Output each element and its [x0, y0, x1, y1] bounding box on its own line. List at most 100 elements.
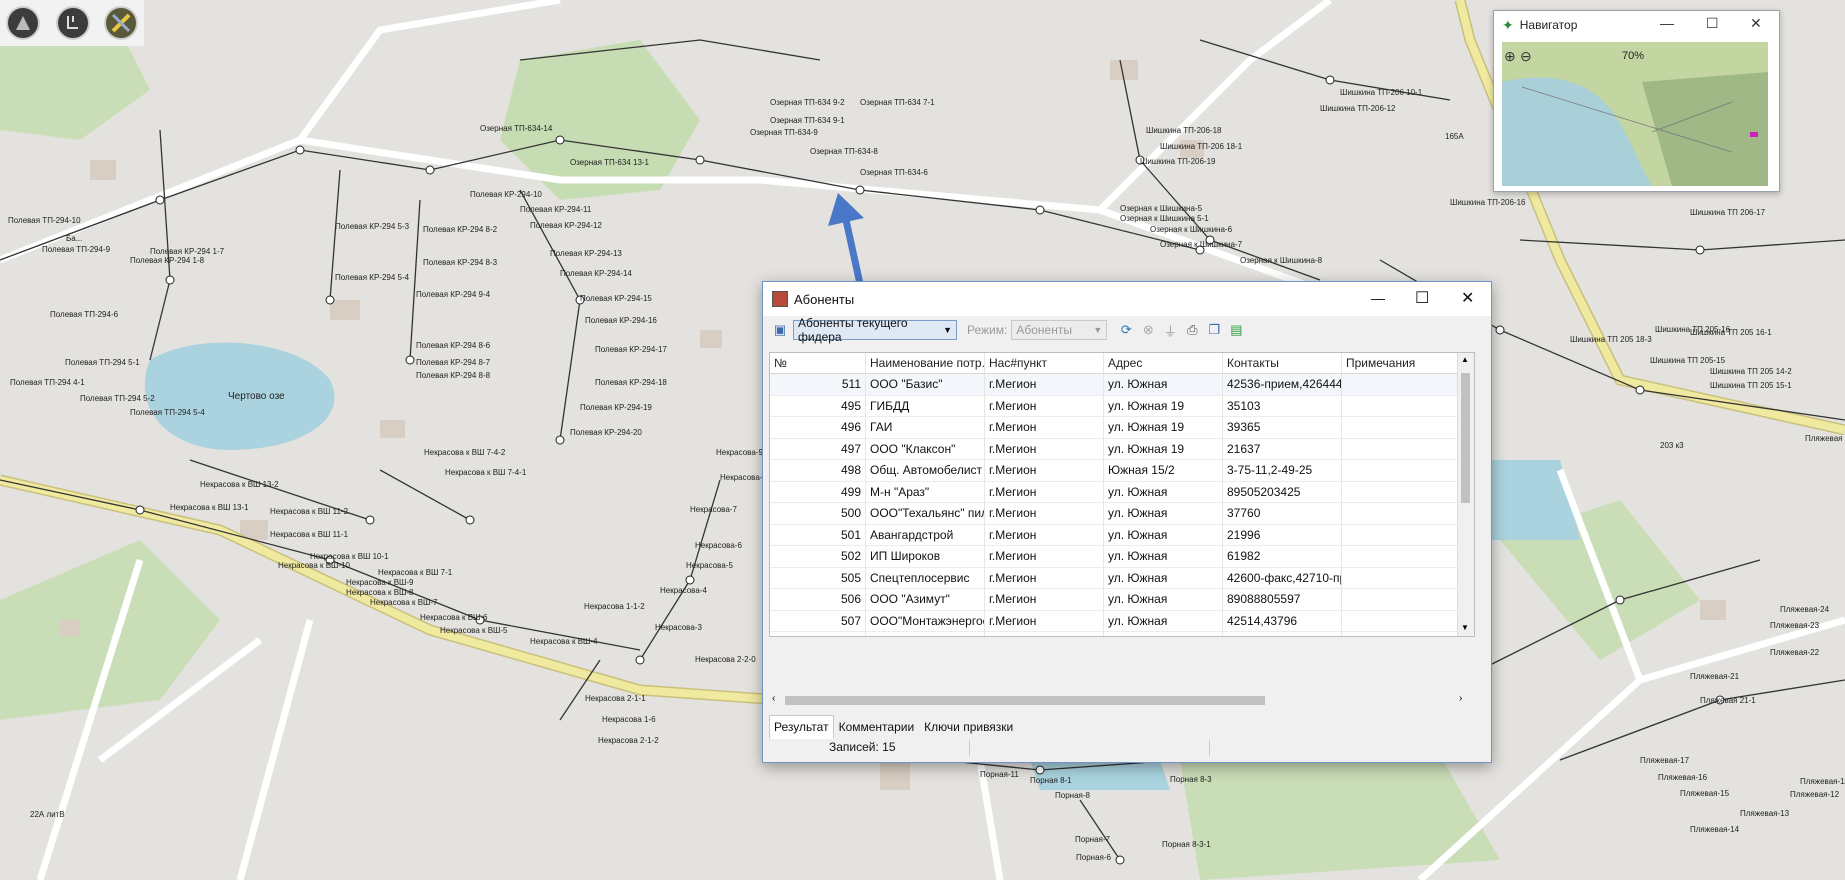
- table-cell[interactable]: г.Мегион: [985, 632, 1104, 636]
- subscribers-dialog[interactable]: Абоненты — ☐ ✕ ▣ Абоненты текущего фидер…: [762, 281, 1492, 763]
- table-cell[interactable]: [1342, 524, 1460, 545]
- table-cell[interactable]: 497: [770, 438, 866, 459]
- column-header[interactable]: Адрес: [1104, 353, 1223, 373]
- table-row[interactable]: 508ТВКг.Мегионул. Южная47343 ф,47107-отд…: [770, 632, 1474, 636]
- table-cell[interactable]: ул. Южная 19: [1104, 395, 1223, 416]
- vertical-scrollbar[interactable]: ▲ ▼: [1457, 353, 1474, 636]
- table-cell[interactable]: ул. Южная: [1104, 481, 1223, 502]
- dialog-titlebar[interactable]: Абоненты — ☐ ✕: [763, 282, 1491, 316]
- export-icon[interactable]: ▤: [1227, 321, 1245, 339]
- scroll-left-icon[interactable]: ‹: [772, 693, 775, 704]
- table-cell[interactable]: г.Мегион: [985, 374, 1104, 395]
- table-row[interactable]: 495 ГИБДД г.Мегион ул. Южная 19 35103: [770, 395, 1474, 417]
- navigator-close-button[interactable]: ✕: [1750, 15, 1762, 32]
- network-tool-icon[interactable]: [56, 6, 90, 40]
- table-cell[interactable]: [1342, 374, 1460, 395]
- table-row[interactable]: 500ООО"Техальянс" пилорг.Мегионул. Южная…: [770, 503, 1474, 525]
- column-header[interactable]: Нас#пункт: [985, 353, 1104, 373]
- column-header[interactable]: Контакты: [1223, 353, 1342, 373]
- zoom-out-icon[interactable]: ⊖: [1520, 48, 1532, 65]
- table-cell[interactable]: 42600-факс,42710-при: [1223, 567, 1342, 588]
- table-cell[interactable]: М-н "Араз": [866, 481, 985, 502]
- table-cell[interactable]: [1342, 589, 1460, 610]
- table-cell[interactable]: 501: [770, 524, 866, 545]
- table-cell[interactable]: г.Мегион: [985, 395, 1104, 416]
- table-cell[interactable]: 89088805597: [1223, 589, 1342, 610]
- table-cell[interactable]: г.Мегион: [985, 589, 1104, 610]
- table-row[interactable]: 501 Авангардстрой г.Мегион ул. Южная 21996: [770, 524, 1474, 546]
- table-cell[interactable]: ул. Южная: [1104, 610, 1223, 631]
- zoom-in-icon[interactable]: ⊕: [1504, 48, 1516, 65]
- table-cell[interactable]: ООО "Базис": [866, 374, 985, 395]
- table-cell[interactable]: г.Мегион: [985, 438, 1104, 459]
- table-cell[interactable]: ИП Широков: [866, 546, 985, 567]
- table-cell[interactable]: 511: [770, 374, 866, 395]
- table-cell[interactable]: ул. Южная: [1104, 524, 1223, 545]
- table-cell[interactable]: [1342, 481, 1460, 502]
- navigator-window[interactable]: ✦ Навигатор — ☐ ✕ 70% ⊕ ⊖: [1493, 10, 1780, 192]
- print-icon[interactable]: ⎙: [1183, 321, 1201, 339]
- dialog-close-button[interactable]: ✕: [1461, 288, 1474, 308]
- table-row[interactable]: 502 ИП Широков г.Мегион ул. Южная 61982: [770, 546, 1474, 568]
- table-cell[interactable]: ул. Южная: [1104, 632, 1223, 636]
- table-cell[interactable]: г.Мегион: [985, 417, 1104, 438]
- table-cell[interactable]: 21637: [1223, 438, 1342, 459]
- subscribers-table[interactable]: № Наименование потр... Нас#пункт Адрес К…: [769, 352, 1475, 637]
- table-cell[interactable]: ул. Южная 19: [1104, 438, 1223, 459]
- table-cell[interactable]: Общ. Автомобелист: [866, 460, 985, 481]
- table-cell[interactable]: ООО "Клаксон": [866, 438, 985, 459]
- layers-tool-icon[interactable]: [6, 6, 40, 40]
- refresh-icon[interactable]: ⟳: [1117, 321, 1135, 339]
- mode-combo[interactable]: Абоненты ▼: [1011, 320, 1108, 340]
- table-cell[interactable]: ООО"Техальянс" пилор: [866, 503, 985, 524]
- measure-tool-icon[interactable]: [104, 6, 138, 40]
- column-header[interactable]: Примечания: [1342, 353, 1460, 373]
- copy-icon[interactable]: ❐: [1205, 321, 1223, 339]
- table-row[interactable]: 506 ООО "Азимут" г.Мегион ул. Южная 89088805…: [770, 589, 1474, 611]
- table-cell[interactable]: 500: [770, 503, 866, 524]
- navigator-minimap[interactable]: 70% ⊕ ⊖: [1502, 42, 1768, 186]
- table-row[interactable]: 499 М-н "Араз" г.Мегион ул. Южная 8950520342…: [770, 481, 1474, 503]
- table-cell[interactable]: ГАИ: [866, 417, 985, 438]
- table-cell[interactable]: 39365: [1223, 417, 1342, 438]
- table-row[interactable]: 511 ООО "Базис" г.Мегион ул. Южная 42536-при…: [770, 374, 1474, 396]
- table-cell[interactable]: ул. Южная: [1104, 567, 1223, 588]
- table-cell[interactable]: 89505203425: [1223, 481, 1342, 502]
- table-cell[interactable]: Авангардстрой: [866, 524, 985, 545]
- column-header[interactable]: №: [770, 353, 866, 373]
- table-cell[interactable]: 505: [770, 567, 866, 588]
- table-cell[interactable]: ООО "Азимут": [866, 589, 985, 610]
- navigator-maximize-button[interactable]: ☐: [1706, 15, 1719, 32]
- navigator-titlebar[interactable]: ✦ Навигатор: [1494, 11, 1779, 39]
- horizontal-scroll-thumb[interactable]: [785, 696, 1265, 705]
- table-cell[interactable]: 3-75-11,2-49-25: [1223, 460, 1342, 481]
- table-row[interactable]: 498 Общ. Автомобелист г.Мегион Южная 15/2 3-…: [770, 460, 1474, 482]
- table-row[interactable]: 496 ГАИ г.Мегион ул. Южная 19 39365: [770, 417, 1474, 439]
- scroll-down-icon[interactable]: ▼: [1461, 623, 1469, 632]
- table-cell[interactable]: 499: [770, 481, 866, 502]
- navigator-minimize-button[interactable]: —: [1660, 15, 1674, 31]
- table-cell[interactable]: 61982: [1223, 546, 1342, 567]
- table-cell[interactable]: ул. Южная: [1104, 589, 1223, 610]
- table-cell[interactable]: [1342, 567, 1460, 588]
- table-cell[interactable]: ТВК: [866, 632, 985, 636]
- table-cell[interactable]: г.Мегион: [985, 481, 1104, 502]
- table-row[interactable]: 507 ООО"Монтажэнергосе г.Мегион ул. Южная 42…: [770, 610, 1474, 632]
- table-row[interactable]: 497 ООО "Клаксон" г.Мегион ул. Южная 19 2163…: [770, 438, 1474, 460]
- table-cell[interactable]: Спецтеплосервис: [866, 567, 985, 588]
- tab-binding-keys[interactable]: Ключи привязки: [919, 715, 1018, 739]
- table-cell[interactable]: г.Мегион: [985, 610, 1104, 631]
- table-row[interactable]: 505 Спецтеплосервис г.Мегион ул. Южная 42600…: [770, 567, 1474, 589]
- horizontal-scrollbar[interactable]: ‹ ›: [769, 692, 1473, 708]
- table-cell[interactable]: ГИБДД: [866, 395, 985, 416]
- table-cell[interactable]: 506: [770, 589, 866, 610]
- column-header[interactable]: Наименование потр...: [866, 353, 985, 373]
- tab-result[interactable]: Результат: [769, 715, 834, 739]
- table-cell[interactable]: [1342, 460, 1460, 481]
- table-cell[interactable]: 42536-прием,426444,4:: [1223, 374, 1342, 395]
- table-cell[interactable]: 507: [770, 610, 866, 631]
- table-cell[interactable]: [1342, 417, 1460, 438]
- table-cell[interactable]: г.Мегион: [985, 503, 1104, 524]
- table-cell[interactable]: 508: [770, 632, 866, 636]
- table-cell[interactable]: [1342, 610, 1460, 631]
